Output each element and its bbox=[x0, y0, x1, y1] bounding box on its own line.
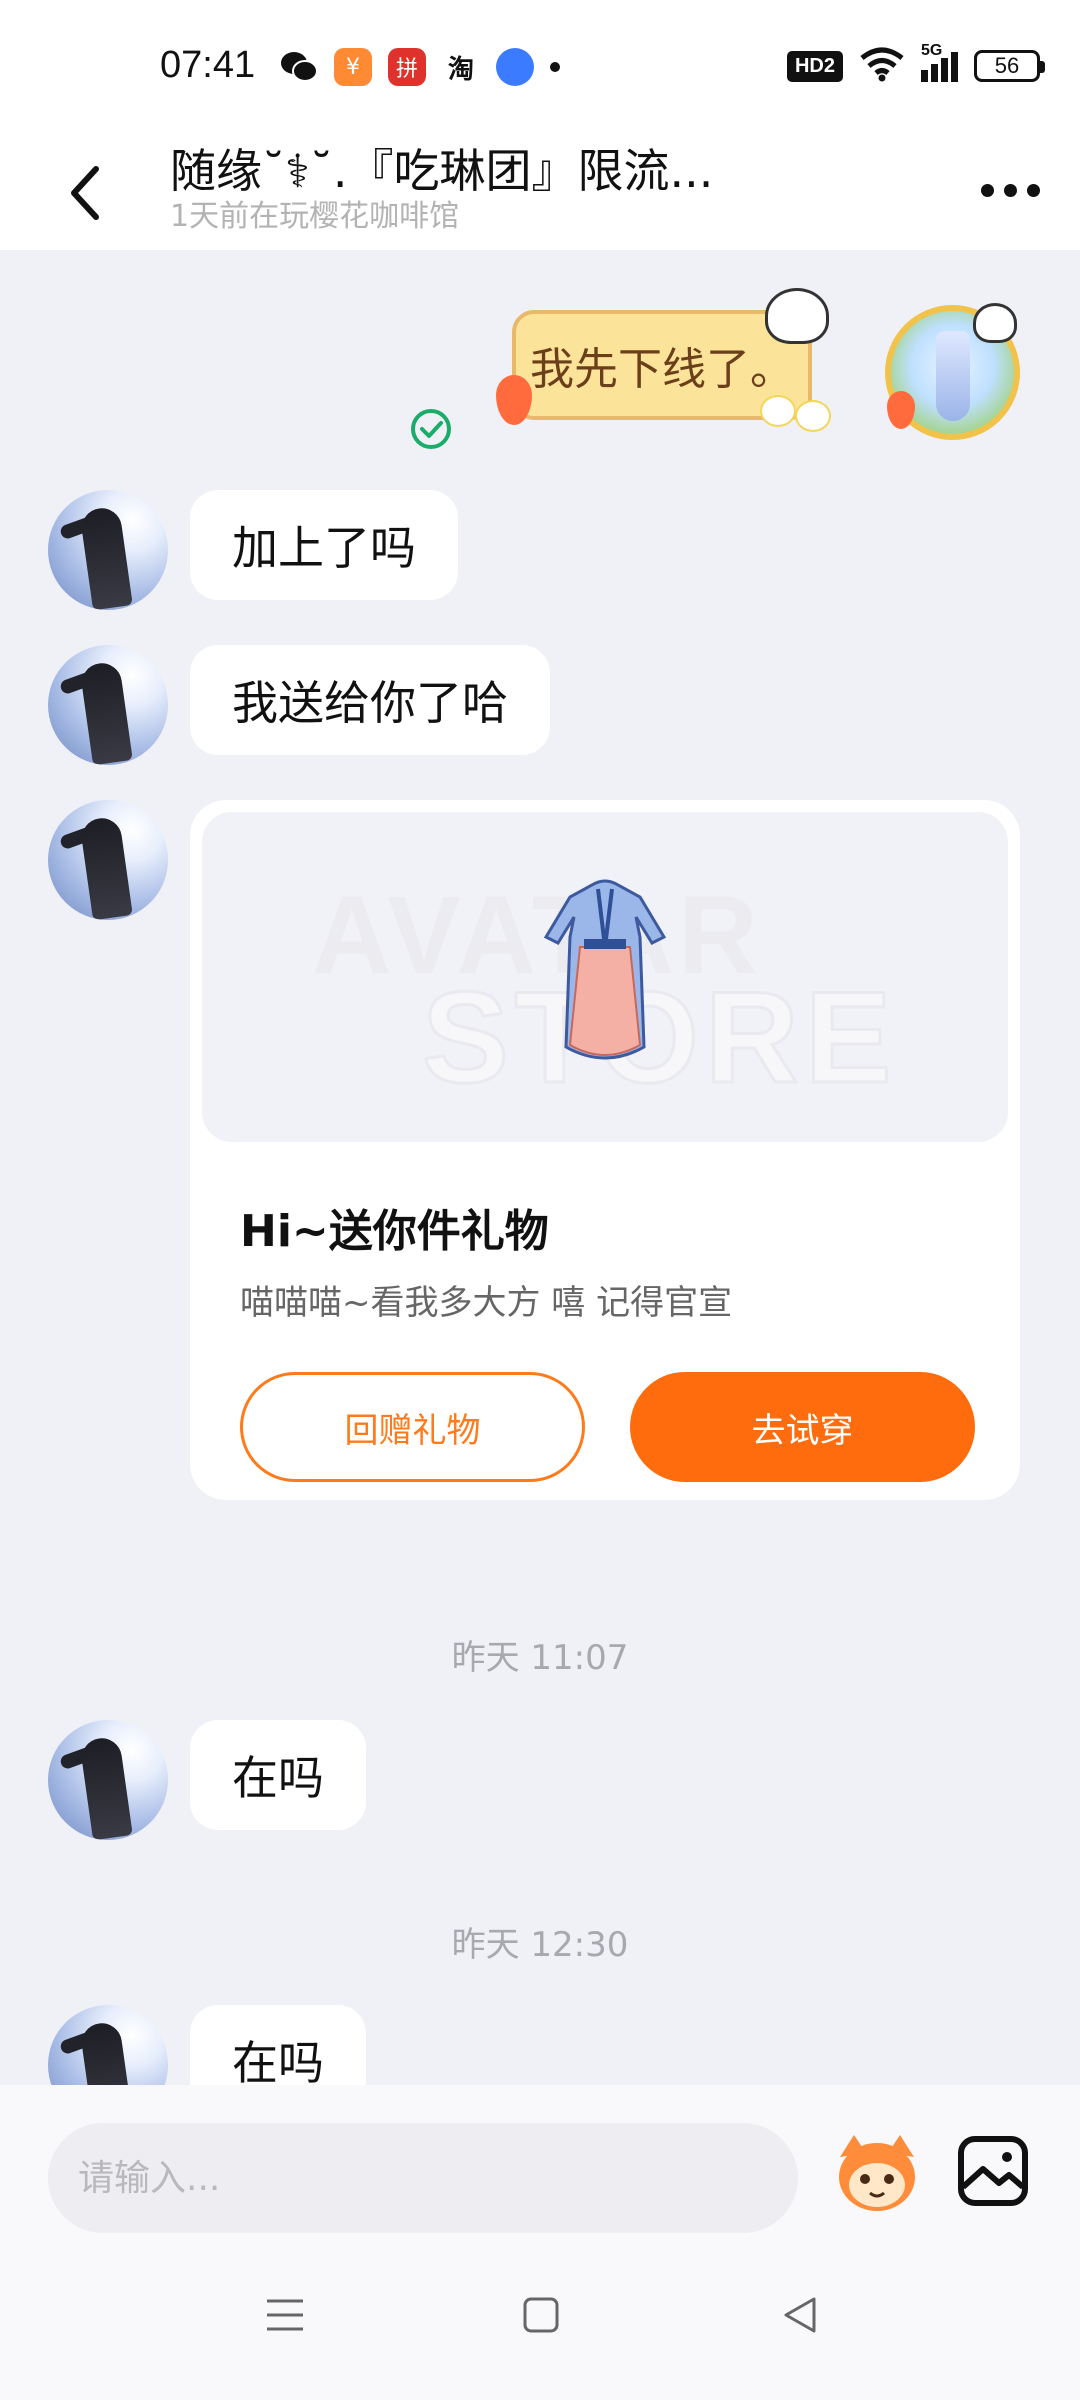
message-text: 在吗 bbox=[232, 1751, 324, 1805]
battery-icon: 56 bbox=[974, 50, 1045, 82]
dress-icon bbox=[543, 879, 667, 1060]
message-timestamp: 昨天 11:07 bbox=[451, 1638, 629, 1678]
taobao-icon: 淘 bbox=[447, 54, 474, 85]
image-icon bbox=[958, 2136, 1028, 2206]
contact-avatar[interactable] bbox=[48, 490, 168, 610]
message-input[interactable] bbox=[48, 2123, 798, 2233]
message-text: 在吗 bbox=[232, 2036, 324, 2085]
cat-sticker-icon bbox=[765, 288, 829, 344]
chat-subtitle: 1天前在玩樱花咖啡馆 bbox=[170, 199, 460, 234]
system-nav-bar bbox=[0, 2245, 1080, 2400]
back-nav-button[interactable] bbox=[765, 2285, 835, 2345]
sticker-text: 我先下线了。 bbox=[530, 344, 794, 395]
network-label: 5G bbox=[921, 42, 943, 59]
more-dot-icon bbox=[1027, 183, 1040, 197]
home-nav-button[interactable] bbox=[506, 2285, 576, 2345]
message-text: 加上了吗 bbox=[232, 521, 416, 575]
contact-avatar[interactable] bbox=[48, 800, 168, 920]
received-message[interactable]: 我送给你了哈 bbox=[190, 645, 550, 755]
notification-icons: ¥ 拼 淘 bbox=[280, 48, 560, 86]
egg-icon bbox=[795, 400, 831, 432]
message-timestamp: 昨天 12:30 bbox=[451, 1925, 629, 1965]
status-bar: 07:41 ¥ 拼 淘 HD2 5G 56 bbox=[0, 0, 1080, 135]
status-time: 07:41 bbox=[160, 44, 256, 86]
signal-icon: 5G bbox=[921, 42, 958, 82]
gift-image: AVATAR STORE bbox=[202, 812, 1008, 1142]
back-button[interactable] bbox=[55, 153, 115, 233]
chat-area[interactable]: 我先下线了。 加上了吗 我送给你了哈 AVATAR STORE Hi~送你件礼物… bbox=[0, 250, 1080, 2085]
more-options-button[interactable] bbox=[981, 175, 1040, 205]
emoji-button[interactable] bbox=[832, 2127, 922, 2217]
hd-badge: HD2 bbox=[786, 50, 843, 82]
read-check-icon bbox=[411, 409, 451, 449]
message-text: 我送给你了哈 bbox=[232, 676, 508, 730]
image-button[interactable] bbox=[955, 2133, 1031, 2209]
status-indicators: HD2 5G 56 bbox=[786, 42, 1045, 86]
menu-nav-button[interactable] bbox=[250, 2285, 320, 2345]
chat-header: 随缘˘⚕˘.『吃琳团』限流... 1天前在玩樱花咖啡馆 bbox=[0, 135, 1080, 250]
gift-title: Hi~送你件礼物 bbox=[240, 1206, 549, 1257]
button-label: 回赠礼物 bbox=[344, 1410, 481, 1451]
try-on-button[interactable]: 去试穿 bbox=[630, 1372, 975, 1482]
app-icon bbox=[496, 48, 534, 86]
back-arrow-icon bbox=[71, 166, 99, 220]
button-label: 去试穿 bbox=[751, 1410, 854, 1451]
mascot-emoji-icon bbox=[839, 2135, 915, 2211]
egg-icon bbox=[760, 395, 796, 427]
contact-avatar[interactable] bbox=[48, 2005, 168, 2085]
more-dot-icon bbox=[1004, 183, 1017, 197]
return-gift-button[interactable]: 回赠礼物 bbox=[240, 1372, 585, 1482]
contact-avatar[interactable] bbox=[48, 645, 168, 765]
battery-level: 56 bbox=[994, 53, 1020, 78]
wechat-icon bbox=[280, 48, 318, 86]
cat-icon bbox=[973, 303, 1017, 343]
self-avatar[interactable] bbox=[885, 303, 1020, 440]
wifi-icon bbox=[859, 46, 905, 86]
input-bar bbox=[0, 2085, 1080, 2245]
back-triangle-icon bbox=[784, 2297, 816, 2333]
contact-avatar[interactable] bbox=[48, 1720, 168, 1840]
received-message[interactable]: 在吗 bbox=[190, 2005, 366, 2085]
pinduoduo-icon: 拼 bbox=[388, 48, 426, 86]
more-dot-icon bbox=[981, 183, 994, 197]
carrot-icon bbox=[887, 391, 915, 429]
app-icon: ¥ bbox=[334, 48, 372, 86]
home-square-icon bbox=[523, 2297, 559, 2333]
gift-card[interactable]: AVATAR STORE Hi~送你件礼物 喵喵喵~看我多大方 嘻 记得官宣 回… bbox=[190, 800, 1020, 1500]
received-message[interactable]: 加上了吗 bbox=[190, 490, 458, 600]
gift-description: 喵喵喵~看我多大方 嘻 记得官宣 bbox=[240, 1283, 733, 1323]
dot-icon bbox=[550, 62, 560, 72]
menu-icon bbox=[267, 2299, 303, 2331]
received-message[interactable]: 在吗 bbox=[190, 1720, 366, 1830]
